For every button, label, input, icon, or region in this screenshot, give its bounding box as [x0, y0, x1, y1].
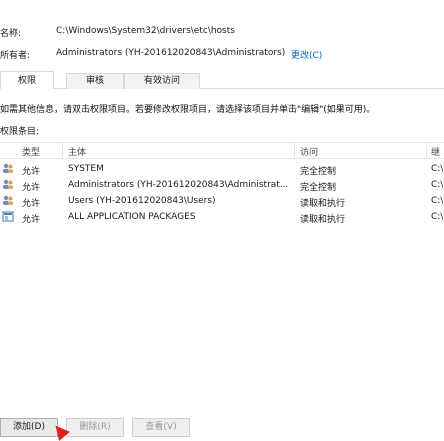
row-principal: Administrators (YH-201612020843\Administ… [68, 180, 289, 190]
permission-entries-title: 权限条目: [0, 127, 40, 137]
name-label: 名称: [0, 29, 22, 39]
add-button[interactable]: 添加(D) [0, 418, 58, 437]
row-access: 完全控制 [300, 167, 337, 177]
package-icon [2, 211, 14, 222]
column-principal[interactable]: 主体 [68, 145, 86, 158]
remove-button[interactable]: 删除(R) [66, 418, 124, 437]
permissions-hint: 如需其他信息，请双击权限项目。若要修改权限项目，请选择该项目并单击"编辑"(如果… [0, 105, 376, 115]
table-row[interactable]: 允许 Administrators (YH-201612020843\Admin… [0, 177, 444, 193]
tab-auditing[interactable]: 审核 [66, 73, 124, 89]
table-row[interactable]: 允许 SYSTEM 完全控制 C:\ [0, 161, 444, 177]
change-owner-link[interactable]: 更改(C) [291, 48, 322, 61]
row-access: 读取和执行 [300, 199, 346, 209]
name-value: C:\Windows\System32\drivers\etc\hosts [56, 26, 235, 36]
row-inherited-from: C:\ [431, 164, 444, 174]
tab-effective-access[interactable]: 有效访问 [124, 73, 200, 89]
owner-label: 所有者: [0, 51, 31, 61]
column-separator [62, 143, 63, 158]
tab-permissions[interactable]: 权限 [0, 71, 54, 89]
users-icon [3, 163, 13, 173]
table-row[interactable]: 允许 Users (YH-201612020843\Users) 读取和执行 C… [0, 193, 444, 209]
row-principal: SYSTEM [68, 164, 104, 174]
row-type: 允许 [22, 167, 41, 177]
table-row[interactable]: 允许 ALL APPLICATION PACKAGES 读取和执行 C:\ [0, 209, 444, 225]
column-inherited-from[interactable]: 继 [431, 145, 440, 158]
row-access: 读取和执行 [300, 215, 346, 225]
column-separator [294, 143, 295, 158]
row-inherited-from: C:\ [431, 180, 444, 190]
table-header: 类型 主体 访问 继 [0, 143, 444, 159]
users-icon [3, 195, 13, 205]
row-type: 允许 [22, 199, 41, 209]
tab-bar: 权限 审核 有效访问 [0, 71, 444, 89]
row-principal: ALL APPLICATION PACKAGES [68, 212, 196, 222]
permission-entries-table[interactable]: 类型 主体 访问 继 允许 SYSTEM 完全控制 C:\ 允许 Adminis… [0, 142, 444, 395]
owner-value: Administrators (YH-201612020843\Administ… [56, 48, 286, 58]
row-inherited-from: C:\ [431, 196, 444, 206]
view-button[interactable]: 查看(V) [132, 418, 190, 437]
row-access: 完全控制 [300, 183, 337, 193]
column-access[interactable]: 访问 [300, 145, 318, 158]
row-type: 允许 [22, 183, 41, 193]
users-icon [3, 179, 13, 189]
row-type: 允许 [22, 215, 41, 225]
row-inherited-from: C:\ [431, 212, 444, 222]
column-type[interactable]: 类型 [22, 145, 40, 158]
column-separator [426, 143, 427, 158]
row-principal: Users (YH-201612020843\Users) [68, 196, 216, 206]
